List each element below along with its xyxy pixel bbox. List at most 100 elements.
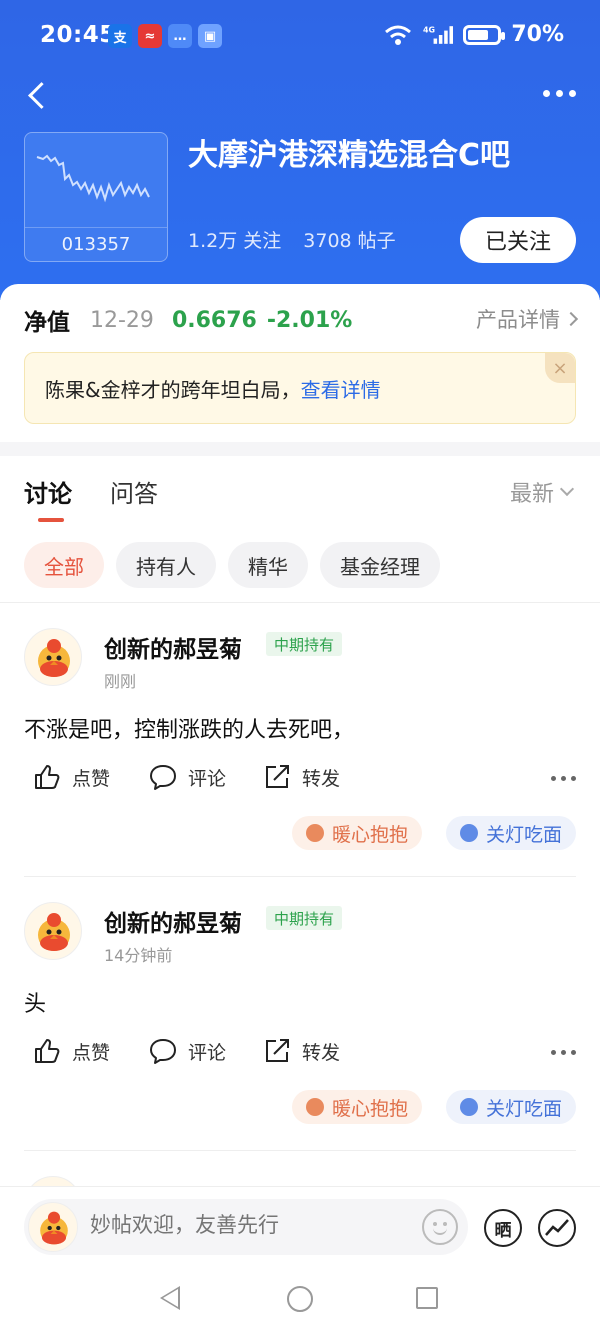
avatar[interactable]	[24, 628, 82, 686]
system-home-icon[interactable]	[287, 1286, 313, 1312]
reaction-lights-off[interactable]: 关灯吃面	[445, 1090, 576, 1124]
divider	[24, 1150, 576, 1151]
network-type-label: 4G	[423, 25, 435, 34]
content-sheet: 净值 12-29 0.6676 -2.01% 产品详情 陈果&金梓才的跨年坦白局…	[0, 284, 600, 1332]
notification-icons: 支 ≈ … ▣	[108, 24, 222, 48]
chip-featured[interactable]: 精华	[228, 542, 308, 588]
chick-avatar-icon	[38, 913, 70, 951]
post-actions: 点赞 评论 转发	[32, 1036, 576, 1076]
avatar[interactable]	[24, 902, 82, 960]
follow-button[interactable]: 已关注	[460, 217, 576, 263]
author-name[interactable]: 创新的郝昱菊	[104, 630, 242, 664]
holding-badge: 中期持有	[266, 906, 343, 930]
sort-dropdown[interactable]: 最新	[509, 476, 575, 508]
chip-all[interactable]: 全部	[24, 542, 104, 588]
page-title: 大摩沪港深精选混合C吧	[188, 138, 511, 173]
divider	[0, 602, 600, 603]
notice-banner[interactable]: 陈果&金梓才的跨年坦白局， 查看详情 ×	[24, 352, 576, 424]
product-detail-link[interactable]: 产品详情	[476, 304, 579, 334]
fund-header: 20:45 支 ≈ … ▣ 4G 70% 013357 大摩沪港深精选混合C吧 …	[0, 0, 600, 300]
more-options-button[interactable]	[543, 90, 576, 97]
product-detail-label: 产品详情	[476, 308, 560, 332]
emoji-icon[interactable]	[422, 1209, 458, 1245]
post-text[interactable]: 不涨是吧，控制涨跌的人去死吧，	[24, 712, 354, 744]
reaction-row: 暖心抱抱 关灯吃面	[291, 1090, 576, 1124]
reaction-warm-hug[interactable]: 暖心抱抱	[291, 1090, 422, 1124]
chick-avatar-icon	[38, 639, 70, 677]
tab-discussion[interactable]: 讨论	[24, 474, 72, 509]
back-button[interactable]	[20, 78, 56, 118]
alipay-icon: 支	[108, 24, 132, 48]
show-off-button[interactable]: 晒	[484, 1209, 522, 1247]
comment-icon	[150, 1039, 176, 1064]
comment-input-pill[interactable]	[24, 1199, 468, 1255]
post-text[interactable]: 头	[24, 986, 46, 1018]
post-item[interactable]: 创新的郝昱菊 中期持有 14分钟前 头 点赞 评论 转发 暖心抱抱 关灯吃面	[24, 902, 576, 1152]
tab-qa[interactable]: 问答	[110, 474, 158, 509]
nav-value-row: 净值 12-29 0.6676 -2.01% 产品详情	[24, 300, 579, 340]
nav-change: -2.01%	[266, 307, 353, 333]
battery-fill	[468, 29, 488, 40]
nav-value: 0.6676	[171, 307, 257, 333]
system-status: 4G 70%	[383, 22, 564, 47]
signal-icon: 4G	[423, 25, 454, 44]
thumbs-up-icon	[35, 1039, 60, 1063]
post-actions: 点赞 评论 转发	[32, 762, 576, 802]
post-time: 刚刚	[104, 672, 137, 691]
post-item[interactable]: 创新的郝昱菊 中期持有 刚刚 不涨是吧，控制涨跌的人去死吧， 点赞 评论 转发 …	[24, 628, 576, 878]
fund-stats: 1.2万 关注 3708 帖子	[188, 226, 396, 253]
trend-button[interactable]	[538, 1209, 576, 1247]
wifi-icon	[385, 25, 412, 45]
nav-label: 净值	[24, 310, 70, 336]
comment-label: 评论	[188, 1041, 227, 1064]
share-label: 转发	[302, 767, 341, 790]
author-name[interactable]: 创新的郝昱菊	[104, 904, 242, 938]
avatar	[28, 1202, 78, 1252]
comment-button[interactable]: 评论	[148, 762, 226, 792]
share-button[interactable]: 转发	[262, 1036, 340, 1066]
battery-percent: 70%	[511, 22, 564, 47]
chevron-right-icon	[563, 311, 579, 327]
like-label: 点赞	[72, 767, 111, 790]
chip-holders[interactable]: 持有人	[116, 542, 216, 588]
post-more-button[interactable]	[551, 1050, 576, 1055]
post-more-button[interactable]	[551, 776, 576, 781]
reaction-light-label: 关灯吃面	[485, 1097, 562, 1120]
comment-input[interactable]	[90, 1213, 410, 1237]
comment-button[interactable]: 评论	[148, 1036, 226, 1066]
fund-chart-card[interactable]: 013357	[24, 132, 168, 262]
notice-text: 陈果&金梓才的跨年坦白局，	[45, 377, 301, 402]
battery-icon	[463, 24, 506, 45]
share-button[interactable]: 转发	[262, 762, 340, 792]
close-icon[interactable]: ×	[545, 353, 575, 383]
red-app-icon: ≈	[138, 24, 162, 48]
chip-fund-manager[interactable]: 基金经理	[320, 542, 440, 588]
post-time: 14分钟前	[104, 946, 173, 965]
sort-label: 最新	[509, 482, 554, 507]
reaction-warm-label: 暖心抱抱	[331, 1097, 408, 1120]
id-icon: ▣	[198, 24, 222, 48]
notice-link[interactable]: 查看详情	[301, 374, 381, 403]
status-bar: 20:45 支 ≈ … ▣ 4G 70%	[0, 0, 600, 72]
comment-label: 评论	[188, 767, 227, 790]
reaction-row: 暖心抱抱 关灯吃面	[291, 816, 576, 850]
status-time: 20:45	[40, 22, 116, 48]
tab-bar: 讨论 问答 最新	[24, 474, 576, 524]
reaction-warm-label: 暖心抱抱	[331, 823, 408, 846]
system-back-icon[interactable]	[160, 1286, 180, 1310]
system-recents-icon[interactable]	[416, 1287, 438, 1309]
message-icon: …	[168, 24, 192, 48]
comment-icon	[150, 765, 176, 790]
hug-icon	[305, 1098, 324, 1116]
like-button[interactable]: 点赞	[32, 1036, 110, 1066]
share-icon	[266, 1039, 289, 1062]
divider	[24, 876, 576, 877]
reaction-warm-hug[interactable]: 暖心抱抱	[291, 816, 422, 850]
fund-trend-icon	[36, 154, 150, 203]
like-button[interactable]: 点赞	[32, 762, 110, 792]
filter-chips: 全部 持有人 精华 基金经理	[24, 542, 440, 588]
like-label: 点赞	[72, 1041, 111, 1064]
section-divider	[0, 442, 600, 456]
reaction-lights-off[interactable]: 关灯吃面	[445, 816, 576, 850]
trend-line-icon	[545, 1219, 569, 1236]
